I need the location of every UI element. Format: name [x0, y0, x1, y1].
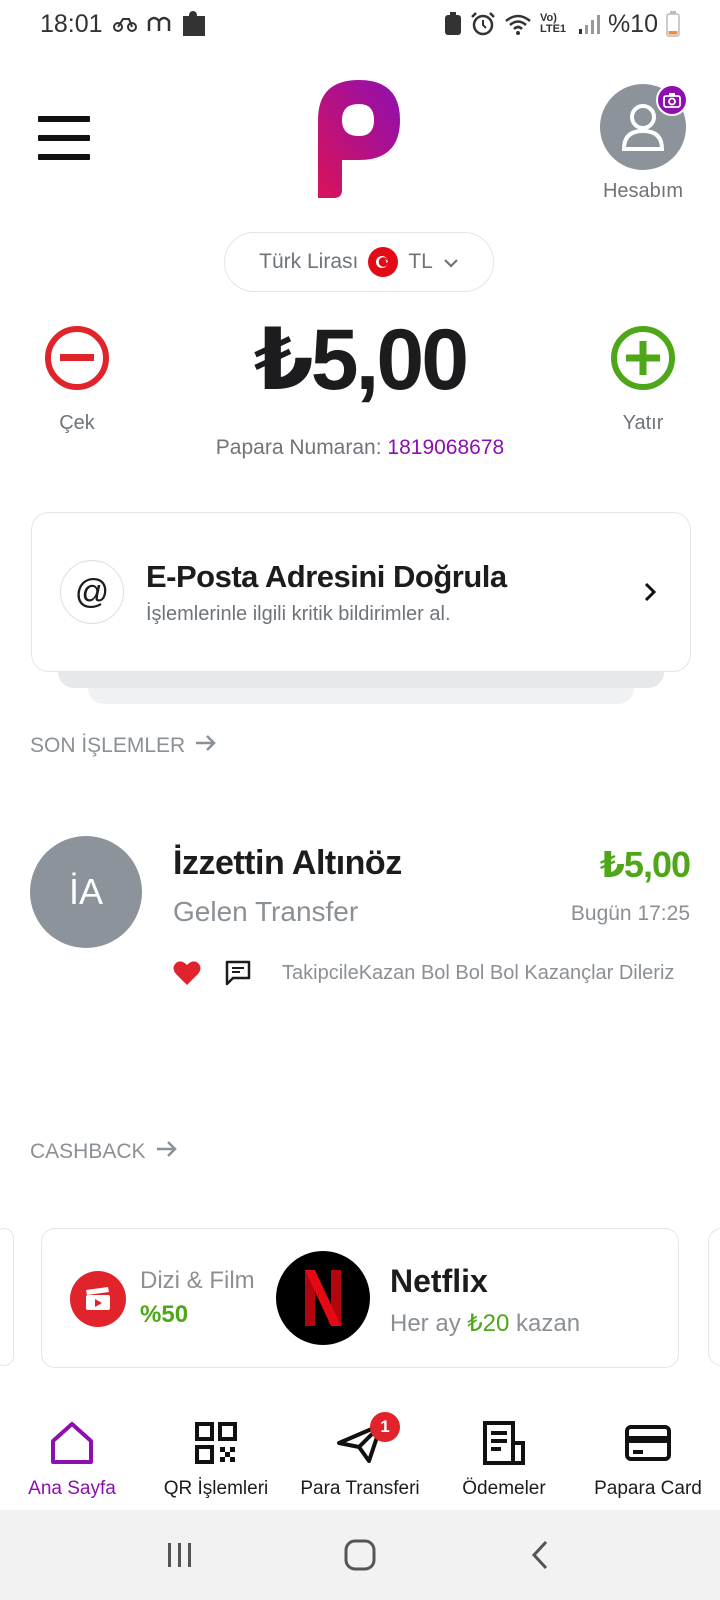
withdraw-button[interactable]: Çek — [22, 326, 132, 435]
verify-subtitle: İşlemlerinle ilgili kritik bildirimler a… — [146, 602, 451, 625]
transaction-avatar: İA — [30, 836, 142, 948]
verify-title: E-Posta Adresini Doğrula — [146, 558, 507, 594]
status-bar: 18:01 Vo) LTE1 %10 — [0, 0, 720, 48]
at-icon: @ — [60, 560, 124, 624]
app-m-icon — [147, 15, 171, 33]
transaction-type: Gelen Transfer — [173, 896, 359, 927]
withdraw-label: Çek — [59, 412, 95, 434]
heart-icon[interactable] — [173, 960, 201, 986]
recent-apps-button[interactable] — [150, 1530, 210, 1580]
nav-label: Para Transferi — [300, 1478, 420, 1499]
cashback-title: CASHBACK — [30, 1140, 146, 1163]
chevron-down-icon — [443, 250, 459, 274]
recent-transactions-header[interactable]: SON İŞLEMLER — [30, 734, 217, 758]
transaction-name: İzzettin Altınöz — [173, 844, 402, 882]
home-icon — [49, 1420, 95, 1466]
minus-icon — [45, 326, 109, 390]
alarm-icon — [470, 11, 496, 37]
currency-code: TL — [408, 250, 433, 273]
arrow-right-icon — [195, 734, 217, 758]
lte-icon: Vo) LTE1 — [539, 12, 567, 35]
nav-payments[interactable]: Ödemeler — [432, 1400, 576, 1510]
cashback-card[interactable]: Dizi & Film %50 Netflix Her ay ₺20 kazan — [41, 1228, 679, 1368]
cashback-percent: %50 — [140, 1301, 189, 1328]
puzzle-icon — [181, 10, 207, 38]
balance-amount: ₺5,00 — [253, 312, 469, 408]
menu-line — [38, 135, 90, 141]
verify-text: E-Posta Adresini Doğrula İşlemlerinle il… — [146, 559, 638, 626]
netflix-logo-icon — [276, 1251, 370, 1345]
papara-logo — [318, 80, 400, 198]
menu-line — [38, 116, 90, 122]
notification-badge: 1 — [370, 1412, 400, 1442]
status-right: Vo) LTE1 %10 — [444, 10, 680, 39]
battery-text: %10 — [607, 9, 658, 38]
back-button[interactable] — [510, 1530, 570, 1580]
nav-card[interactable]: Papara Card — [576, 1400, 720, 1510]
nav-label: Ödemeler — [462, 1478, 546, 1499]
turkey-flag-icon — [368, 247, 399, 277]
nav-transfer[interactable]: 1 Para Transferi — [288, 1400, 432, 1510]
status-left: 18:01 — [40, 10, 207, 39]
cashback-card-next[interactable] — [708, 1228, 720, 1366]
cashback-brand: Netflix — [390, 1263, 488, 1299]
nav-label: Ana Sayfa — [28, 1478, 116, 1499]
offer-suffix: kazan — [516, 1310, 581, 1337]
papara-number[interactable]: Papara Numaran: 1819068678 — [160, 436, 560, 460]
battery-icon — [666, 11, 680, 37]
transaction-row[interactable]: İA İzzettin Altınöz Gelen Transfer ₺5,00… — [30, 836, 691, 996]
cashback-card-prev[interactable] — [0, 1228, 14, 1366]
receipt-icon — [481, 1420, 527, 1466]
bottom-nav: Ana Sayfa QR İşlemleri 1 Para Transferi … — [0, 1400, 720, 1510]
menu-line — [38, 154, 90, 160]
bike-icon — [112, 15, 137, 33]
nav-label: QR İşlemleri — [163, 1478, 269, 1499]
transaction-amount: ₺5,00 — [599, 844, 691, 885]
verify-email-card[interactable]: @ E-Posta Adresini Doğrula İşlemlerinle … — [31, 512, 691, 672]
nav-label: Papara Card — [594, 1478, 702, 1499]
deposit-label: Yatır — [622, 412, 664, 434]
papara-number-label: Papara Numaran: — [215, 436, 382, 459]
recycle-icon — [444, 12, 462, 36]
transaction-note: TakipcileKazan Bol Bol Bol Kazançlar Dil… — [282, 962, 675, 984]
currency-selector[interactable]: Türk Lirası TL — [224, 232, 494, 292]
cashback-category: Dizi & Film — [140, 1267, 255, 1294]
cashback-offer: Her ay ₺20 kazan — [390, 1309, 580, 1338]
home-button[interactable] — [330, 1530, 390, 1580]
card-icon — [625, 1420, 671, 1466]
clapperboard-icon — [70, 1271, 126, 1327]
camera-icon[interactable] — [656, 84, 688, 116]
offer-prefix: Her ay — [390, 1310, 461, 1337]
wifi-icon — [504, 13, 532, 35]
arrow-right-icon — [156, 1140, 178, 1164]
user-icon — [621, 104, 665, 151]
menu-button[interactable] — [38, 116, 90, 160]
recent-title: SON İŞLEMLER — [30, 734, 186, 757]
currency-name: Türk Lirası — [259, 250, 359, 273]
comment-icon[interactable] — [224, 960, 252, 986]
transaction-time: Bugün 17:25 — [570, 902, 690, 925]
plus-icon — [611, 326, 675, 390]
status-time: 18:01 — [40, 9, 103, 38]
signal-icon — [578, 13, 600, 35]
offer-amount: ₺20 — [467, 1310, 510, 1337]
qr-icon — [193, 1420, 239, 1466]
nav-home[interactable]: Ana Sayfa — [0, 1400, 144, 1510]
deposit-button[interactable]: Yatır — [588, 326, 698, 435]
cashback-header[interactable]: CASHBACK — [30, 1140, 178, 1164]
account-label[interactable]: Hesabım — [580, 180, 706, 203]
papara-number-value: 1819068678 — [387, 436, 505, 459]
account-avatar-button[interactable] — [600, 84, 688, 170]
system-nav-bar — [0, 1510, 720, 1600]
chevron-right-icon — [638, 580, 662, 604]
nav-qr[interactable]: QR İşlemleri — [144, 1400, 288, 1510]
